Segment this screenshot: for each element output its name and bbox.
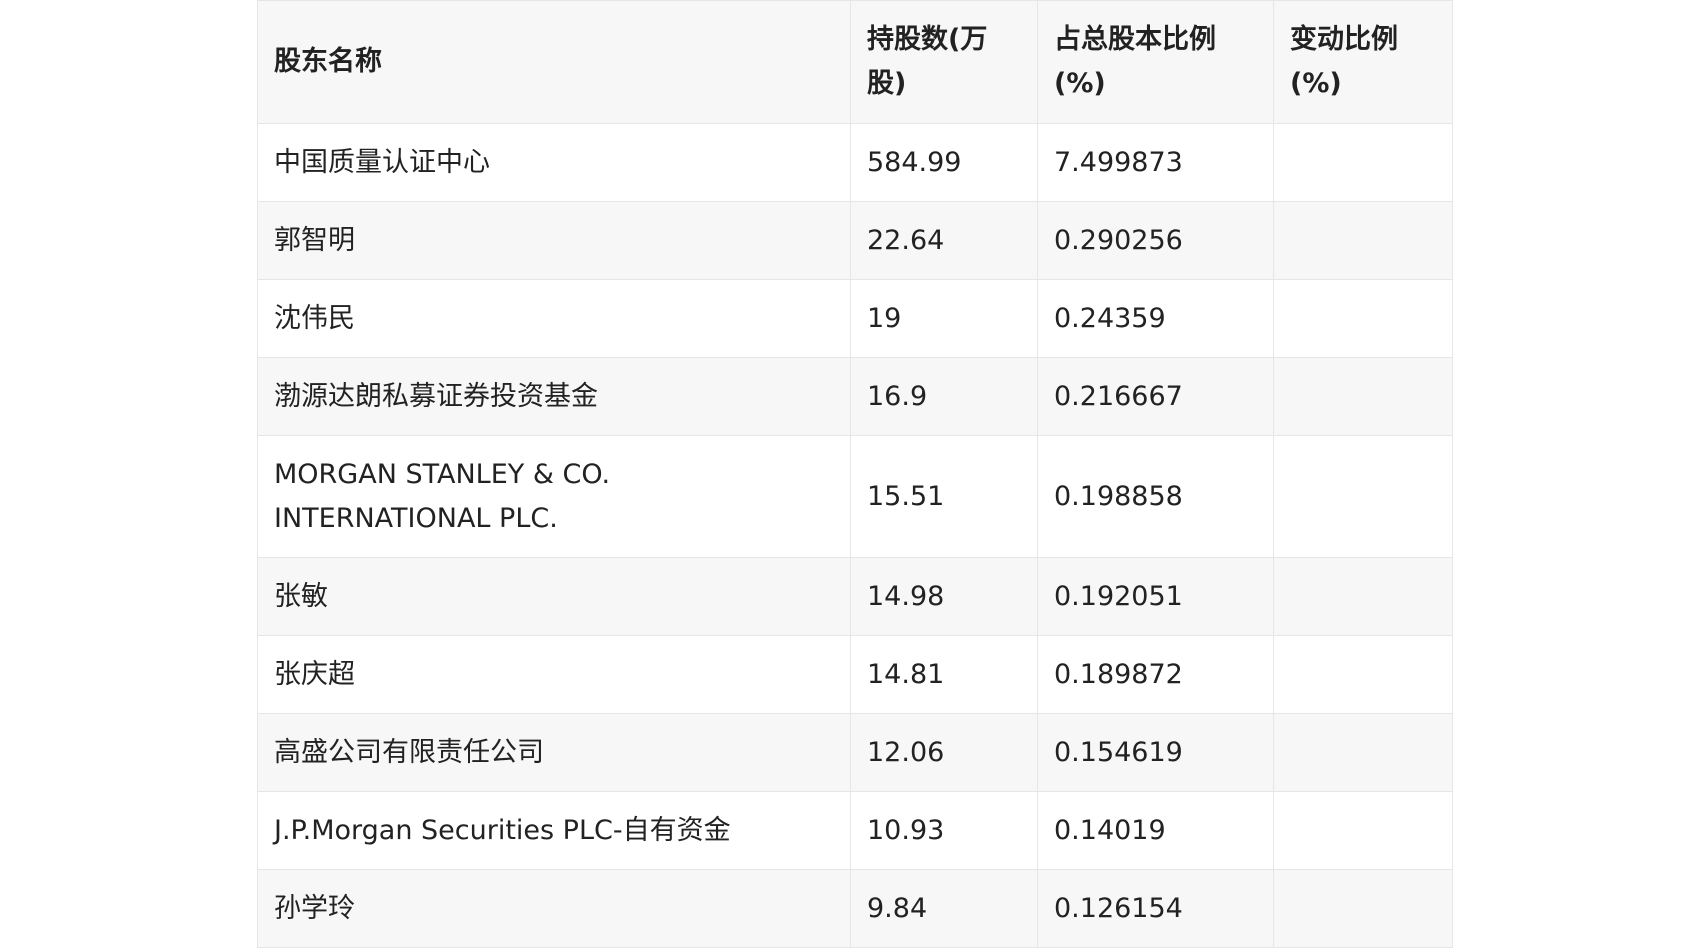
cell-share-ratio: 0.189872 <box>1037 635 1274 714</box>
cell-shares-held: 15.51 <box>850 435 1038 558</box>
cell-shares-held: 22.64 <box>850 201 1038 280</box>
cell-shares-held: 16.9 <box>850 357 1038 436</box>
cell-change-ratio <box>1273 557 1453 636</box>
cell-shareholder-name: 张庆超 <box>257 635 851 714</box>
cell-shares-held: 14.98 <box>850 557 1038 636</box>
cell-share-ratio: 0.24359 <box>1037 279 1274 358</box>
cell-change-ratio <box>1273 869 1453 948</box>
cell-share-ratio: 0.154619 <box>1037 713 1274 792</box>
cell-share-ratio: 0.192051 <box>1037 557 1274 636</box>
cell-share-ratio: 0.14019 <box>1037 791 1274 870</box>
cell-share-ratio: 0.290256 <box>1037 201 1274 280</box>
cell-shareholder-name: 张敏 <box>257 557 851 636</box>
cell-shareholder-name: 郭智明 <box>257 201 851 280</box>
cell-change-ratio <box>1273 435 1453 558</box>
table-row: 郭智明 22.64 0.290256 <box>257 201 1453 280</box>
cell-shareholder-name: 高盛公司有限责任公司 <box>257 713 851 792</box>
shareholder-table: 股东名称 持股数(万股) 占总股本比例(%) 变动比例(%) 中国质量认证中心 … <box>257 0 1453 948</box>
table-row: MORGAN STANLEY & CO. INTERNATIONAL PLC. … <box>257 435 1453 558</box>
cell-share-ratio: 0.126154 <box>1037 869 1274 948</box>
table-row: 中国质量认证中心 584.99 7.499873 <box>257 123 1453 202</box>
cell-share-ratio: 0.198858 <box>1037 435 1274 558</box>
cell-change-ratio <box>1273 791 1453 870</box>
cell-shares-held: 584.99 <box>850 123 1038 202</box>
cell-shares-held: 14.81 <box>850 635 1038 714</box>
header-shares-held: 持股数(万股) <box>850 0 1038 124</box>
cell-shares-held: 19 <box>850 279 1038 358</box>
table-row: 张敏 14.98 0.192051 <box>257 557 1453 636</box>
table-header-row: 股东名称 持股数(万股) 占总股本比例(%) 变动比例(%) <box>257 0 1453 124</box>
cell-change-ratio <box>1273 201 1453 280</box>
cell-shareholder-name: 沈伟民 <box>257 279 851 358</box>
cell-share-ratio: 0.216667 <box>1037 357 1274 436</box>
table-row: 渤源达朗私募证券投资基金 16.9 0.216667 <box>257 357 1453 436</box>
table-row: J.P.Morgan Securities PLC-自有资金 10.93 0.1… <box>257 791 1453 870</box>
cell-shares-held: 9.84 <box>850 869 1038 948</box>
cell-change-ratio <box>1273 279 1453 358</box>
cell-change-ratio <box>1273 123 1453 202</box>
shareholder-table-container: 股东名称 持股数(万股) 占总股本比例(%) 变动比例(%) 中国质量认证中心 … <box>257 0 1453 948</box>
header-change-ratio: 变动比例(%) <box>1273 0 1453 124</box>
header-share-ratio: 占总股本比例(%) <box>1037 0 1274 124</box>
cell-shareholder-name: MORGAN STANLEY & CO. INTERNATIONAL PLC. <box>257 435 851 558</box>
header-shareholder-name: 股东名称 <box>257 0 851 124</box>
cell-shareholder-name: 孙学玲 <box>257 869 851 948</box>
cell-shareholder-name: 中国质量认证中心 <box>257 123 851 202</box>
cell-share-ratio: 7.499873 <box>1037 123 1274 202</box>
table-row: 张庆超 14.81 0.189872 <box>257 635 1453 714</box>
table-row: 孙学玲 9.84 0.126154 <box>257 869 1453 948</box>
cell-change-ratio <box>1273 635 1453 714</box>
cell-shareholder-name: J.P.Morgan Securities PLC-自有资金 <box>257 791 851 870</box>
cell-shares-held: 10.93 <box>850 791 1038 870</box>
cell-change-ratio <box>1273 713 1453 792</box>
table-row: 高盛公司有限责任公司 12.06 0.154619 <box>257 713 1453 792</box>
cell-shareholder-name: 渤源达朗私募证券投资基金 <box>257 357 851 436</box>
cell-change-ratio <box>1273 357 1453 436</box>
cell-shares-held: 12.06 <box>850 713 1038 792</box>
table-row: 沈伟民 19 0.24359 <box>257 279 1453 358</box>
